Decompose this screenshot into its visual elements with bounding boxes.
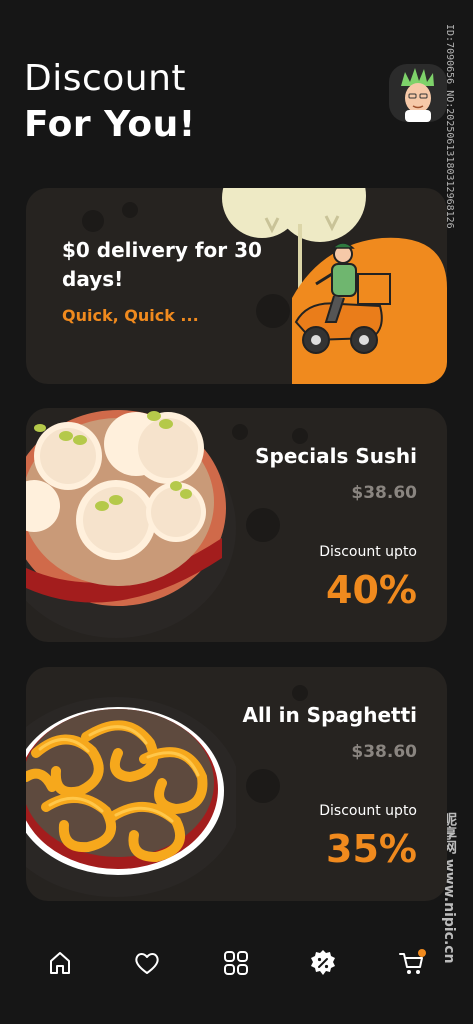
- decor-bubble: [122, 202, 138, 218]
- offer-card-sushi[interactable]: Specials Sushi $38.60 Discount upto 40%: [26, 408, 447, 642]
- spaghetti-plate-illustration: [26, 697, 236, 897]
- home-icon: [50, 952, 70, 974]
- offer-name: Specials Sushi: [255, 444, 417, 468]
- decor-bubble: [292, 428, 308, 444]
- decor-bubble: [292, 685, 308, 701]
- nav-home[interactable]: [40, 932, 80, 994]
- cart-icon: [399, 949, 426, 974]
- discount-badge-icon: [311, 950, 335, 975]
- decor-bubble: [246, 769, 280, 803]
- offer-price: $38.60: [351, 742, 417, 762]
- discount-value: 40%: [326, 568, 417, 612]
- offer-price: $38.60: [351, 483, 417, 503]
- heart-icon: [135, 953, 159, 974]
- discount-label: Discount upto: [319, 544, 417, 560]
- cart-badge: [418, 949, 426, 957]
- offer-card-spaghetti[interactable]: All in Spaghetti $38.60 Discount upto 35…: [26, 667, 447, 901]
- grid-icon: [224, 951, 248, 975]
- offer-name: All in Spaghetti: [242, 703, 417, 727]
- decor-bubble: [246, 508, 280, 542]
- decor-bubble: [82, 210, 104, 232]
- nav-cart[interactable]: [392, 932, 432, 994]
- delivery-scooter-illustration: [222, 188, 447, 384]
- discount-value: 35%: [326, 827, 417, 871]
- nav-favorites[interactable]: [127, 932, 167, 994]
- bottom-nav: [0, 932, 473, 994]
- page-title-line2: For You!: [24, 104, 196, 145]
- delivery-promo-card[interactable]: $0 delivery for 30 days! Quick, Quick ..…: [26, 188, 447, 384]
- discount-label: Discount upto: [319, 803, 417, 819]
- promo-subtitle[interactable]: Quick, Quick ...: [62, 306, 199, 325]
- page-title-line1: Discount: [24, 58, 187, 99]
- sushi-bowl-illustration: [26, 410, 236, 638]
- nav-discounts[interactable]: [303, 932, 343, 994]
- nav-categories[interactable]: [216, 932, 256, 994]
